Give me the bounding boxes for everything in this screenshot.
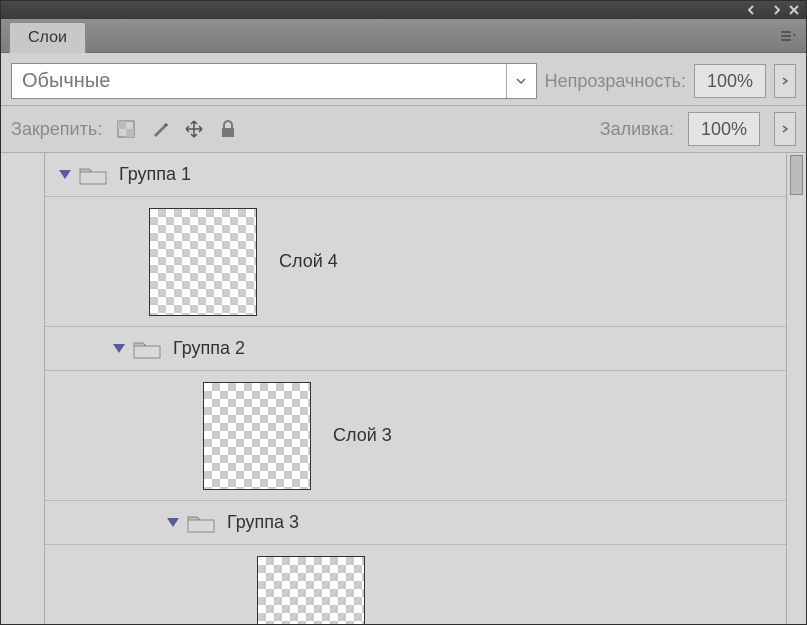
fill-label: Заливка: — [600, 119, 674, 140]
tab-label: Слои — [28, 29, 67, 46]
lock-pixels-icon[interactable] — [150, 119, 170, 139]
layer-thumbnail[interactable] — [149, 208, 257, 316]
layer-row[interactable]: Слой 3 — [45, 371, 786, 501]
group-name[interactable]: Группа 2 — [173, 338, 245, 359]
group-row[interactable]: Группа 3 — [45, 501, 786, 545]
opacity-value: 100% — [707, 71, 753, 92]
folder-icon — [133, 339, 161, 359]
disclosure-triangle-icon[interactable] — [113, 344, 125, 353]
blend-mode-caret-icon — [506, 64, 536, 98]
layer-tree: Группа 1 Слой 4 Группа 2 Слой 3 Группа 3 — [45, 153, 786, 624]
layer-thumbnail[interactable] — [257, 556, 365, 625]
layer-name[interactable]: Слой 4 — [279, 251, 338, 272]
opacity-label: Непрозрачность: — [545, 71, 686, 92]
fill-value: 100% — [701, 119, 747, 140]
window-titlebar — [1, 1, 806, 19]
group-row[interactable]: Группа 2 — [45, 327, 786, 371]
group-row[interactable]: Группа 1 — [45, 153, 786, 197]
group-name[interactable]: Группа 1 — [119, 164, 191, 185]
layers-panel-window: Слои Обычные Непрозрачность: 100% Закреп… — [0, 0, 807, 625]
disclosure-triangle-icon[interactable] — [167, 518, 179, 527]
blend-opacity-row: Обычные Непрозрачность: 100% — [1, 53, 806, 106]
tab-layers[interactable]: Слои — [9, 22, 86, 53]
disclosure-triangle-icon[interactable] — [59, 170, 71, 179]
scrollbar-thumb[interactable] — [790, 155, 803, 195]
blend-mode-value: Обычные — [22, 70, 110, 93]
lock-label: Закрепить: — [11, 119, 102, 140]
layer-row[interactable] — [45, 545, 786, 624]
panel-body: Группа 1 Слой 4 Группа 2 Слой 3 Группа 3 — [1, 153, 806, 624]
lock-fill-row: Закрепить: Заливка: 100% — [1, 106, 806, 153]
collapse-right-icon[interactable] — [766, 3, 782, 17]
opacity-input[interactable]: 100% — [694, 64, 766, 98]
layer-row[interactable]: Слой 4 — [45, 197, 786, 327]
layer-name[interactable]: Слой 3 — [333, 425, 392, 446]
tab-bar: Слои — [1, 19, 806, 53]
vertical-scrollbar[interactable] — [786, 153, 806, 624]
fill-stepper[interactable] — [774, 112, 796, 146]
lock-all-icon[interactable] — [218, 119, 238, 139]
close-icon[interactable] — [786, 3, 802, 17]
blend-mode-select[interactable]: Обычные — [11, 63, 537, 99]
opacity-stepper[interactable] — [774, 64, 796, 98]
visibility-column — [1, 153, 45, 624]
lock-transparency-icon[interactable] — [116, 119, 136, 139]
group-name[interactable]: Группа 3 — [227, 512, 299, 533]
folder-icon — [187, 513, 215, 533]
folder-icon — [79, 165, 107, 185]
lock-position-icon[interactable] — [184, 119, 204, 139]
layer-thumbnail[interactable] — [203, 382, 311, 490]
fill-input[interactable]: 100% — [688, 112, 760, 146]
panel-menu-icon[interactable] — [778, 27, 800, 45]
collapse-left-icon[interactable] — [746, 3, 762, 17]
